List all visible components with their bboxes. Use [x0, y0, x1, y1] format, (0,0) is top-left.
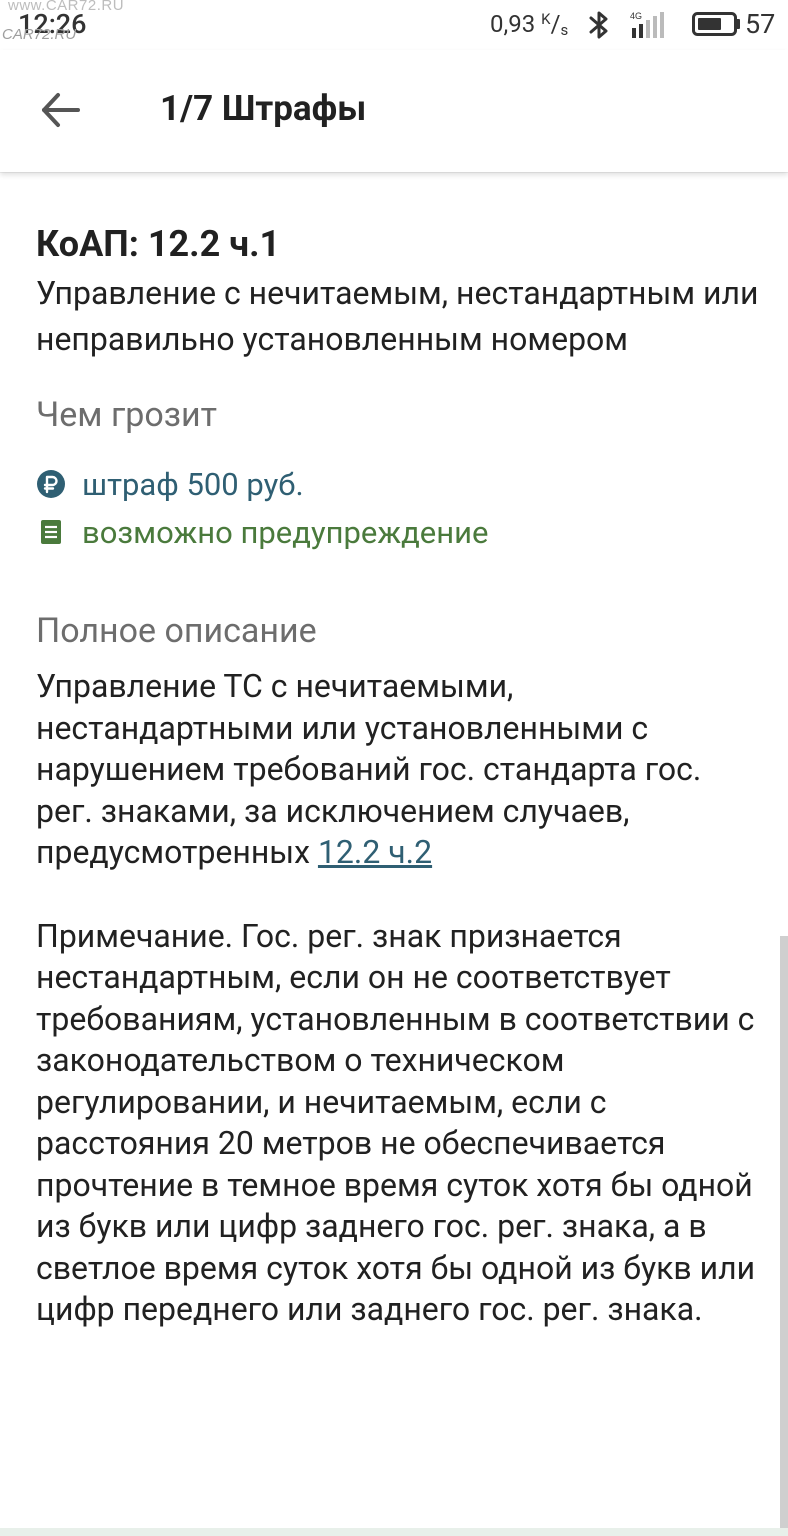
threat-heading: Чем грозит [36, 395, 217, 435]
document-icon [41, 520, 61, 544]
penalty-list: штраф 500 руб. возможно предупреждение [36, 460, 761, 556]
bottom-edge [0, 1528, 788, 1536]
scrollbar[interactable] [780, 936, 788, 1536]
description-note: Примечание. Гос. рег. знак признается не… [36, 916, 756, 1329]
penalty-fine: штраф 500 руб. [36, 460, 761, 508]
app-bar: 1/7 Штрафы [0, 50, 788, 172]
penalty-warning: возможно предупреждение [36, 508, 761, 556]
related-article-link[interactable]: 12.2 ч.2 [318, 833, 432, 871]
arrow-back-icon[interactable] [36, 86, 84, 134]
article-code: КоАП: 12.2 ч.1 [36, 223, 281, 265]
ruble-icon [37, 470, 65, 498]
description-heading: Полное описание [36, 611, 317, 651]
article-content: КоАП: 12.2 ч.1 Управление с нечитаемым, … [36, 218, 761, 1331]
network-speed-unit-top: K [541, 10, 551, 28]
network-speed-unit-bottom: s [560, 21, 569, 39]
battery-level: 57 [745, 8, 776, 40]
watermark-logo: CAR72.RU [2, 26, 77, 43]
signal-icon: 4G [630, 11, 664, 38]
network-type-label: 4G [630, 11, 642, 21]
watermark-text: www.CAR72.RU [8, 0, 125, 14]
page-title: 1/7 Штрафы [160, 88, 367, 129]
penalty-fine-text: штраф 500 руб. [82, 465, 304, 503]
bluetooth-icon [589, 11, 608, 39]
network-speed: 0,93 K/s [490, 10, 569, 39]
network-speed-value: 0,93 [490, 10, 536, 38]
penalty-warning-text: возможно предупреждение [82, 513, 489, 551]
screen: 12:26 www.CAR72.RU CAR72.RU 0,93 K/s 4G … [0, 0, 788, 1536]
battery-icon [692, 12, 740, 36]
status-bar: 12:26 www.CAR72.RU CAR72.RU 0,93 K/s 4G … [0, 0, 788, 50]
article-title: Управление с нечитаемым, нестандартным и… [36, 274, 759, 358]
description-text: Управление ТС с нечитаемыми, нестандартн… [36, 666, 761, 874]
